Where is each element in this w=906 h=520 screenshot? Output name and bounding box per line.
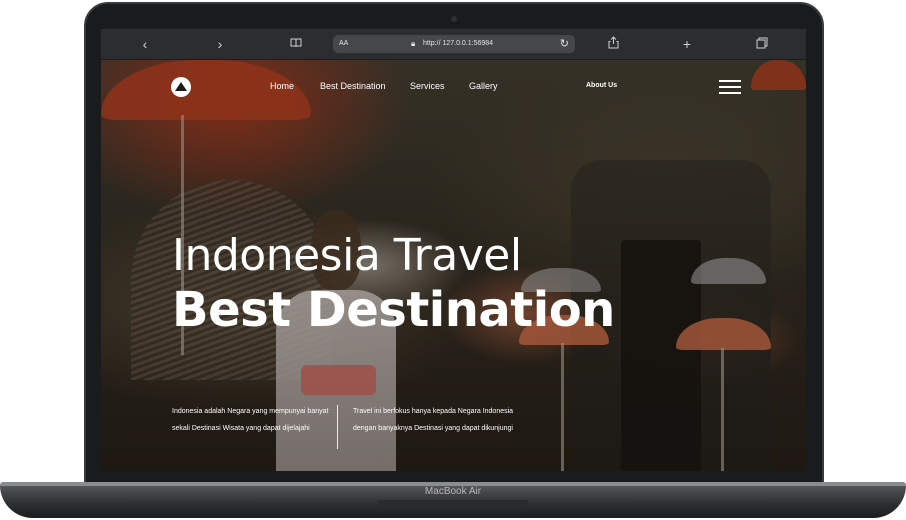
chevron-left-icon[interactable]: ‹ [135,36,155,52]
tabs-icon[interactable] [752,36,772,52]
url-text: http:// 127.0.0.1:56984 [423,40,494,47]
reload-icon[interactable]: ↻ [560,37,569,50]
hero-title-line2: Best Destination [172,282,615,338]
hero-description-right: Travel ini berfokus hanya kepada Negara … [353,408,514,432]
camera-icon [451,16,457,22]
nav-item-home[interactable]: Home [270,81,294,91]
nav-item-about-us[interactable]: About Us [586,82,617,89]
reader-mode-button[interactable]: AA [339,40,348,47]
nav-item-gallery[interactable]: Gallery [469,81,498,91]
nav-item-services[interactable]: Services [410,81,445,91]
laptop-screen: ‹ › AA 🔒︎ http:// 127.0.0.1:56984 ↻ + Ho… [101,29,806,471]
hero-title-line1: Indonesia Travel [172,230,522,281]
nav-item-best-destination[interactable]: Best Destination [320,81,386,91]
description-divider [337,405,338,449]
hero-section: Home Best Destination Services Gallery A… [101,60,806,471]
plus-icon[interactable]: + [677,36,697,52]
model-label: MacBook Air [424,486,482,497]
hero-description-left: Indonesia adalah Negara yang mempunyai b… [172,408,329,432]
book-icon[interactable] [286,36,306,52]
lock-icon: 🔒︎ [411,39,416,48]
browser-toolbar: ‹ › AA 🔒︎ http:// 127.0.0.1:56984 ↻ + [101,29,806,60]
share-icon[interactable] [603,36,623,52]
mountain-logo-icon[interactable] [171,77,191,97]
url-bar[interactable]: AA 🔒︎ http:// 127.0.0.1:56984 ↻ [333,35,575,53]
hamburger-menu-icon[interactable] [719,80,741,94]
chevron-right-icon[interactable]: › [210,36,230,52]
laptop-notch [378,500,528,508]
